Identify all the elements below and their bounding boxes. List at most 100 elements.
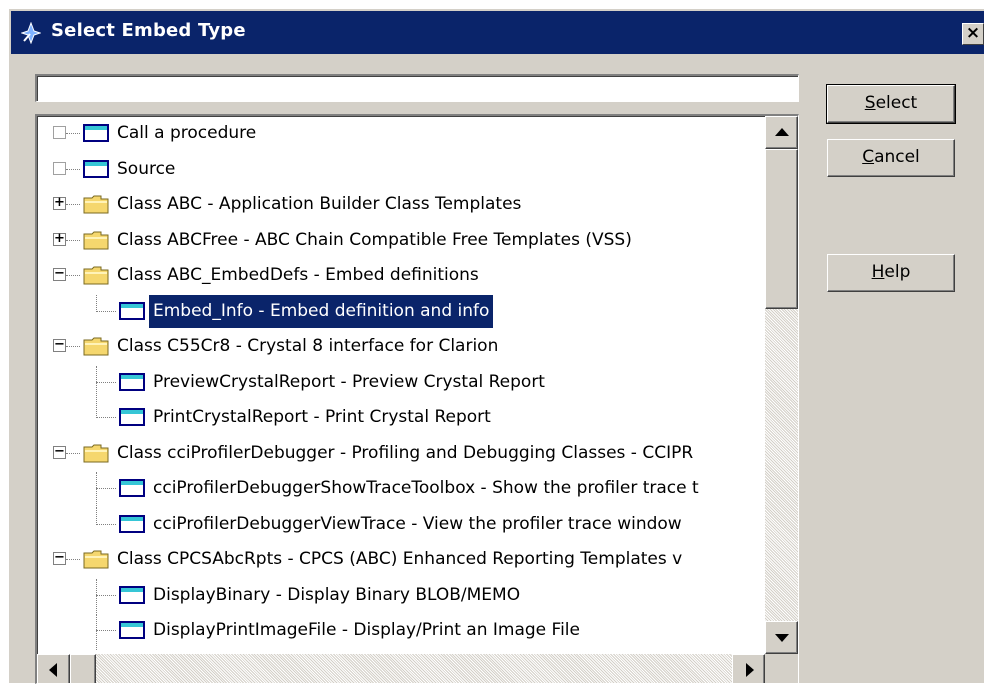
tree-item-label: DisplayBinary - Display Binary BLOB/MEMO xyxy=(153,584,521,605)
cancel-mnemonic: C xyxy=(862,147,875,167)
scroll-right-button[interactable] xyxy=(732,654,765,683)
embed-leaf-icon xyxy=(119,406,145,428)
tree-item[interactable]: Source xyxy=(37,153,765,186)
embed-leaf-icon xyxy=(119,513,145,535)
tree-item-selected[interactable]: Embed_Info - Embed definition and info xyxy=(37,294,765,328)
tree-connector-vertical xyxy=(96,472,97,508)
tree-connector xyxy=(66,346,80,347)
help-mnemonic: H xyxy=(871,262,885,282)
tree-connector xyxy=(96,523,116,525)
tree-item[interactable]: PrintCrystalReport - Print Crystal Repor… xyxy=(37,401,765,434)
tree-connector-vertical xyxy=(96,578,97,615)
tree-connector-vertical xyxy=(96,294,97,312)
tree-item-label: Class ABC - Application Builder Class Te… xyxy=(117,194,522,214)
folder-icon xyxy=(83,229,109,251)
folder-icon xyxy=(83,335,109,357)
arrow-down-icon xyxy=(775,634,789,642)
vertical-scrollbar[interactable] xyxy=(765,116,798,654)
tree-connector xyxy=(96,594,116,596)
tree-item[interactable]: cciProfilerDebuggerViewTrace - View the … xyxy=(37,507,765,541)
tree-connector xyxy=(66,239,80,241)
tree-item-label: Class cciProfilerDebugger - Profiling an… xyxy=(117,442,694,463)
tree-item[interactable]: + Class ABCFree - ABC Chain Compatible Fr… xyxy=(37,224,765,257)
cancel-label: ancel xyxy=(874,147,920,167)
select-mnemonic: S xyxy=(864,93,876,113)
horizontal-scroll-thumb[interactable] xyxy=(70,654,96,683)
tree-item[interactable]: DisplayPrintImageFile - Display/Print an… xyxy=(37,614,765,650)
tree-connector xyxy=(96,630,116,631)
collapse-minus-icon[interactable]: − xyxy=(53,551,66,565)
embed-leaf-icon xyxy=(83,122,109,144)
tree-item-label: cciProfilerDebuggerViewTrace - View the … xyxy=(153,513,682,534)
tree-item-label: Class ABC_EmbedDefs - Embed definitions xyxy=(117,265,479,285)
tree-item[interactable]: DisplayBinary - Display Binary BLOB/MEMO xyxy=(37,578,765,615)
tree-item[interactable]: cciProfilerDebuggerShowTraceToolbox - Sh… xyxy=(37,472,765,508)
folder-icon xyxy=(83,442,109,464)
embed-tree[interactable]: Call a procedure Source + Class ABC - Appli… xyxy=(35,114,799,684)
horizontal-scrollbar[interactable] xyxy=(37,654,765,683)
select-embed-type-dialog: Select Embed Type × Call a procedure Sour… xyxy=(8,8,984,684)
select-button[interactable]: Select xyxy=(826,84,956,124)
embed-leaf-icon xyxy=(119,300,145,322)
close-icon: × xyxy=(965,23,981,43)
folder-icon xyxy=(83,548,109,570)
tree-spacer-box xyxy=(53,161,66,175)
collapse-minus-icon[interactable]: − xyxy=(53,267,66,281)
tree-connector xyxy=(66,133,80,134)
scrollbar-corner xyxy=(765,654,798,683)
collapse-minus-icon[interactable]: − xyxy=(53,445,66,459)
tree-connector-vertical xyxy=(96,365,97,402)
tree-item-label: PrintCrystalReport - Print Crystal Repor… xyxy=(153,407,491,427)
tree-connector-vertical xyxy=(96,507,97,525)
tree-item-label: Class C55Cr8 - Crystal 8 interface for C… xyxy=(117,336,499,356)
tree-spacer-box xyxy=(53,126,66,139)
dialog-title: Select Embed Type xyxy=(51,20,246,41)
arrow-left-icon xyxy=(49,663,57,677)
vertical-scroll-thumb[interactable] xyxy=(765,149,798,309)
scroll-down-button[interactable] xyxy=(765,621,798,654)
tree-item-label: PreviewCrystalReport - Preview Crystal R… xyxy=(153,371,545,392)
cancel-button[interactable]: Cancel xyxy=(827,139,955,177)
embed-search-input[interactable] xyxy=(35,74,799,102)
arrow-right-icon xyxy=(746,663,754,677)
tree-item[interactable]: + Class ABC - Application Builder Class T… xyxy=(37,188,765,221)
tree-item[interactable]: − Class ABC_EmbedDefs - Embed definitions xyxy=(37,259,765,292)
tree-item-label: Class CPCSAbcRpts - CPCS (ABC) Enhanced … xyxy=(117,549,683,569)
tree-item-label: cciProfilerDebuggerShowTraceToolbox - Sh… xyxy=(153,478,699,498)
embed-leaf-icon xyxy=(119,477,145,499)
tree-connector xyxy=(66,559,80,560)
embed-leaf-icon xyxy=(83,158,109,180)
tree-connector xyxy=(96,381,116,383)
tree-connector-vertical xyxy=(96,401,97,418)
title-bar[interactable]: Select Embed Type × xyxy=(11,11,984,54)
expand-plus-icon[interactable]: + xyxy=(53,232,66,246)
embed-wizard-icon xyxy=(21,22,41,44)
tree-connector xyxy=(66,275,80,276)
tree-connector xyxy=(66,204,80,205)
embed-leaf-icon xyxy=(119,584,145,606)
tree-connector xyxy=(96,488,116,489)
tree-connector-vertical xyxy=(96,614,97,650)
tree-item[interactable]: Call a procedure xyxy=(37,117,765,150)
tree-item[interactable]: − Class CPCSAbcRpts - CPCS (ABC) Enhanced… xyxy=(37,543,765,576)
collapse-minus-icon[interactable]: − xyxy=(53,338,66,352)
help-button[interactable]: Help xyxy=(827,254,955,292)
tree-connector xyxy=(96,310,116,312)
tree-connector xyxy=(66,168,80,170)
tree-item-label: Call a procedure xyxy=(117,123,257,143)
tree-item[interactable]: − Class C55Cr8 - Crystal 8 interface for … xyxy=(37,330,765,363)
arrow-up-icon xyxy=(775,128,789,136)
folder-icon xyxy=(83,264,109,286)
tree-item[interactable]: PreviewCrystalReport - Preview Crystal R… xyxy=(37,365,765,402)
close-button[interactable]: × xyxy=(962,23,984,45)
help-label: elp xyxy=(884,262,911,282)
tree-item-label: Embed_Info - Embed definition and info xyxy=(149,294,494,328)
tree-item-label: DisplayPrintImageFile - Display/Print an… xyxy=(153,620,580,640)
embed-leaf-icon xyxy=(119,371,145,393)
select-label: elect xyxy=(875,93,918,113)
folder-icon xyxy=(83,193,109,215)
tree-item[interactable]: − Class cciProfilerDebugger - Profiling a… xyxy=(37,437,765,470)
expand-plus-icon[interactable]: + xyxy=(53,196,66,210)
scroll-up-button[interactable] xyxy=(765,116,798,149)
scroll-left-button[interactable] xyxy=(37,654,70,683)
